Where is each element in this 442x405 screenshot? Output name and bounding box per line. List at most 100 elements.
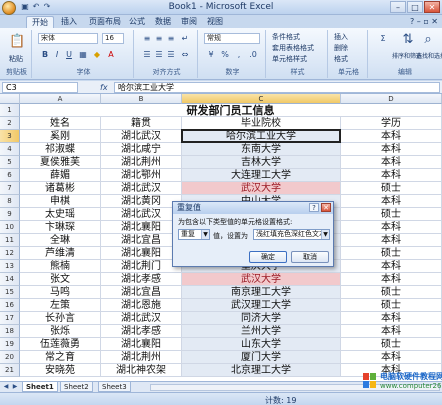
cell-a13[interactable]: 熊楠 <box>20 260 101 273</box>
cell-d16[interactable]: 硕士 <box>341 299 442 312</box>
column-header-c[interactable]: C <box>182 94 341 104</box>
cell-b10[interactable]: 湖北襄阳 <box>101 221 182 234</box>
cell-d11[interactable]: 本科 <box>341 234 442 247</box>
tab-home[interactable]: 开始 <box>26 16 54 28</box>
cell-d6[interactable]: 本科 <box>341 169 442 182</box>
row-header-17[interactable]: 17 <box>0 312 20 325</box>
sheet-tab-1[interactable]: Sheet1 <box>22 382 58 392</box>
cell-d9[interactable]: 硕士 <box>341 208 442 221</box>
cell-c3[interactable]: 哈尔滨工业大学 <box>182 130 341 143</box>
cell-b5[interactable]: 湖北荆州 <box>101 156 182 169</box>
comma-icon[interactable]: , <box>234 50 244 60</box>
bold-icon[interactable]: B <box>40 50 50 60</box>
cell-a9[interactable]: 太史瑶 <box>20 208 101 221</box>
cell-c16[interactable]: 武汉理工大学 <box>182 299 341 312</box>
currency-icon[interactable]: ¥ <box>206 50 216 60</box>
cell-c5[interactable]: 吉林大学 <box>182 156 341 169</box>
name-box[interactable]: C3 <box>2 82 78 93</box>
sheet-tab-3[interactable]: Sheet3 <box>98 382 131 392</box>
cell-a8[interactable]: 申棋 <box>20 195 101 208</box>
sheet-title-cell[interactable]: 研发部门员工信息 <box>20 104 442 117</box>
cell-a7[interactable]: 诸葛彬 <box>20 182 101 195</box>
cell-d7[interactable]: 硕士 <box>341 182 442 195</box>
cell-a10[interactable]: 卞琳琛 <box>20 221 101 234</box>
autosum-icon[interactable]: Σ <box>378 34 388 44</box>
column-header-d[interactable]: D <box>341 94 442 104</box>
cell-a18[interactable]: 张烁 <box>20 325 101 338</box>
cell-d17[interactable]: 本科 <box>341 312 442 325</box>
cell-d15[interactable]: 硕士 <box>341 286 442 299</box>
fx-icon[interactable]: fx <box>100 82 112 93</box>
cell-a4[interactable]: 祁淑蝶 <box>20 143 101 156</box>
row-header-18[interactable]: 18 <box>0 325 20 338</box>
sort-filter-icon[interactable]: ⇅ <box>400 32 416 48</box>
cell-a6[interactable]: 薛媚 <box>20 169 101 182</box>
row-header-20[interactable]: 20 <box>0 351 20 364</box>
font-size-select[interactable]: 16 <box>102 33 124 44</box>
minimize-button[interactable]: – <box>390 1 406 13</box>
row-header-13[interactable]: 13 <box>0 260 20 273</box>
row-header-21[interactable]: 21 <box>0 364 20 377</box>
cell-b16[interactable]: 湖北恩施 <box>101 299 182 312</box>
tab-data[interactable]: 数据 <box>150 16 176 28</box>
cell-a3[interactable]: 奚刚 <box>20 130 101 143</box>
ok-button[interactable]: 确定 <box>249 251 287 263</box>
value-type-select[interactable]: 重复 ▼ <box>178 229 210 240</box>
cell-c2[interactable]: 毕业院校 <box>182 117 341 130</box>
row-header-15[interactable]: 15 <box>0 286 20 299</box>
dialog-help-icon[interactable]: ? <box>309 203 319 212</box>
cell-b3[interactable]: 湖北武汉 <box>101 130 182 143</box>
cell-b20[interactable]: 湖北荆州 <box>101 351 182 364</box>
cell-d13[interactable]: 本科 <box>341 260 442 273</box>
cell-a11[interactable]: 全琳 <box>20 234 101 247</box>
row-header-6[interactable]: 6 <box>0 169 20 182</box>
cell-c20[interactable]: 厦门大学 <box>182 351 341 364</box>
cell-b19[interactable]: 湖北襄阳 <box>101 338 182 351</box>
cell-c18[interactable]: 兰州大学 <box>182 325 341 338</box>
cell-a21[interactable]: 安晓苑 <box>20 364 101 377</box>
cell-a17[interactable]: 长孙言 <box>20 312 101 325</box>
row-header-14[interactable]: 14 <box>0 273 20 286</box>
cell-a5[interactable]: 夏侯雅芙 <box>20 156 101 169</box>
row-header-7[interactable]: 7 <box>0 182 20 195</box>
cell-c4[interactable]: 东南大学 <box>182 143 341 156</box>
cell-b18[interactable]: 湖北孝感 <box>101 325 182 338</box>
align-center-icon[interactable]: ☰ <box>154 50 164 60</box>
table-format-button[interactable]: 套用表格格式 <box>272 43 314 54</box>
percent-icon[interactable]: % <box>220 50 230 60</box>
row-header-19[interactable]: 19 <box>0 338 20 351</box>
cell-b7[interactable]: 湖北武汉 <box>101 182 182 195</box>
row-header-11[interactable]: 11 <box>0 234 20 247</box>
align-left-icon[interactable]: ☰ <box>142 50 152 60</box>
italic-icon[interactable]: I <box>52 50 62 60</box>
cell-b2[interactable]: 籍贯 <box>101 117 182 130</box>
tab-view[interactable]: 视图 <box>202 16 228 28</box>
cell-d2[interactable]: 学历 <box>341 117 442 130</box>
cell-d4[interactable]: 本科 <box>341 143 442 156</box>
tab-formulas[interactable]: 公式 <box>124 16 150 28</box>
cell-b11[interactable]: 湖北宜昌 <box>101 234 182 247</box>
cancel-button[interactable]: 取消 <box>291 251 329 263</box>
row-header-4[interactable]: 4 <box>0 143 20 156</box>
wrap-text-icon[interactable]: ↵ <box>180 34 190 44</box>
column-header-a[interactable]: A <box>20 94 101 104</box>
cell-a19[interactable]: 伍莲薇勇 <box>20 338 101 351</box>
cell-c7[interactable]: 武汉大学 <box>182 182 341 195</box>
cell-b13[interactable]: 湖北荆门 <box>101 260 182 273</box>
cell-a15[interactable]: 马鸣 <box>20 286 101 299</box>
row-header-2[interactable]: 2 <box>0 117 20 130</box>
row-header-9[interactable]: 9 <box>0 208 20 221</box>
fill-color-icon[interactable]: ◆ <box>92 50 102 60</box>
cell-d3[interactable]: 本科 <box>341 130 442 143</box>
merge-icon[interactable]: ⇔ <box>180 50 190 60</box>
row-header-8[interactable]: 8 <box>0 195 20 208</box>
find-select-button[interactable]: 查找和选择 <box>416 51 442 62</box>
paste-icon[interactable]: 📋 <box>9 34 25 50</box>
tab-review[interactable]: 审阅 <box>176 16 202 28</box>
cell-d19[interactable]: 硕士 <box>341 338 442 351</box>
font-color-icon[interactable]: A <box>106 50 116 60</box>
cell-d8[interactable]: 本科 <box>341 195 442 208</box>
font-name-select[interactable]: 宋体 <box>38 33 98 44</box>
align-middle-icon[interactable]: ≡ <box>154 34 164 44</box>
tab-insert[interactable]: 插入 <box>56 16 82 28</box>
